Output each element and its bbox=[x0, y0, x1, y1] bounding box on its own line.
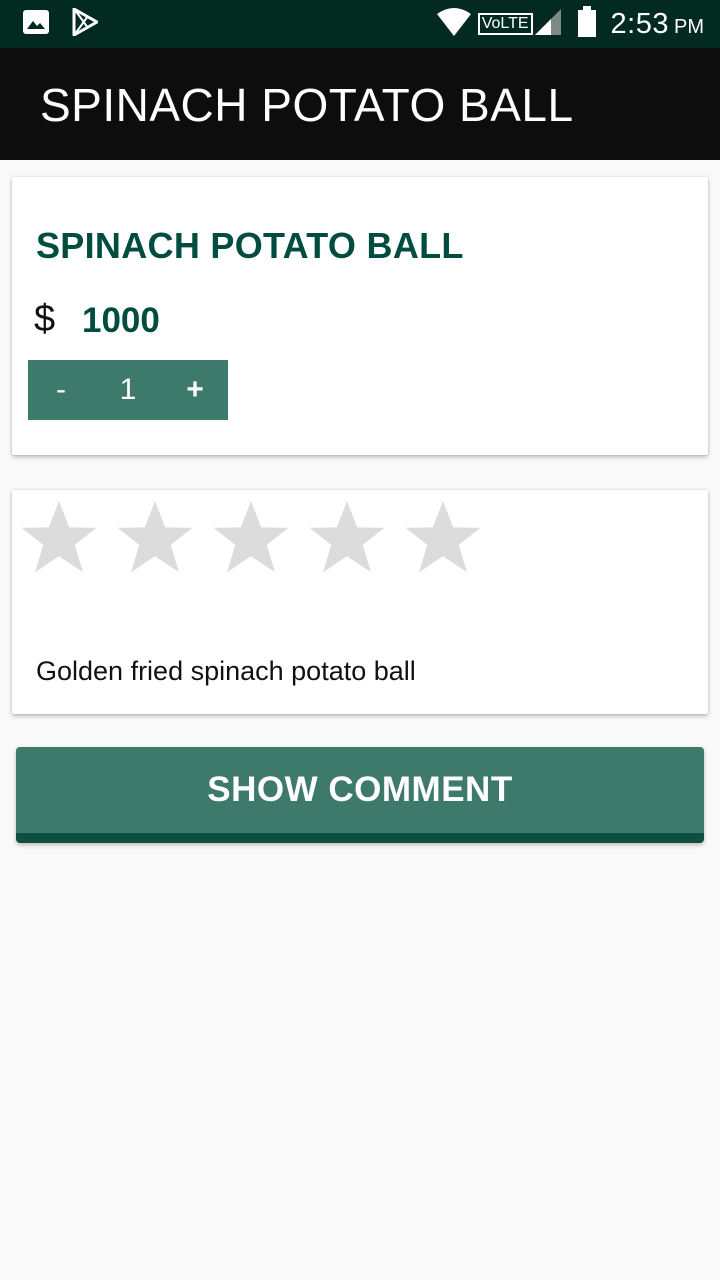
play-store-icon bbox=[72, 7, 99, 41]
volte-icon: VoLTE bbox=[477, 13, 533, 35]
status-bar-left bbox=[22, 7, 99, 41]
rating-bar[interactable] bbox=[18, 496, 484, 578]
product-price: 1000 bbox=[82, 301, 160, 340]
clock-ampm: PM bbox=[674, 16, 704, 38]
increment-button[interactable]: + bbox=[162, 373, 228, 407]
currency-symbol: $ bbox=[34, 298, 56, 340]
star-icon[interactable] bbox=[114, 496, 196, 578]
rating-card: Golden fried spinach potato ball bbox=[12, 490, 708, 714]
clock-time: 2:53 bbox=[610, 7, 669, 40]
quantity-value: 1 bbox=[119, 373, 137, 406]
decrement-button[interactable]: - bbox=[28, 373, 94, 407]
app-bar: SPINACH POTATO BALL bbox=[0, 48, 720, 160]
status-bar: VoLTE 2:53 PM bbox=[0, 0, 720, 48]
star-icon[interactable] bbox=[402, 496, 484, 578]
star-icon[interactable] bbox=[306, 496, 388, 578]
product-description: Golden fried spinach potato ball bbox=[36, 656, 416, 686]
show-comment-button[interactable]: SHOW COMMENT bbox=[16, 747, 704, 843]
wifi-icon bbox=[436, 7, 472, 42]
status-bar-right: VoLTE 2:53 PM bbox=[436, 5, 704, 43]
signal-icon bbox=[533, 7, 563, 42]
star-icon[interactable] bbox=[210, 496, 292, 578]
battery-icon bbox=[577, 5, 597, 43]
product-name: SPINACH POTATO BALL bbox=[36, 225, 464, 266]
image-icon bbox=[22, 9, 50, 40]
product-card: SPINACH POTATO BALL $ 1000 - 1 + bbox=[12, 177, 708, 455]
star-icon[interactable] bbox=[18, 496, 100, 578]
page-title: SPINACH POTATO BALL bbox=[40, 79, 574, 131]
quantity-stepper: - 1 + bbox=[28, 360, 228, 420]
